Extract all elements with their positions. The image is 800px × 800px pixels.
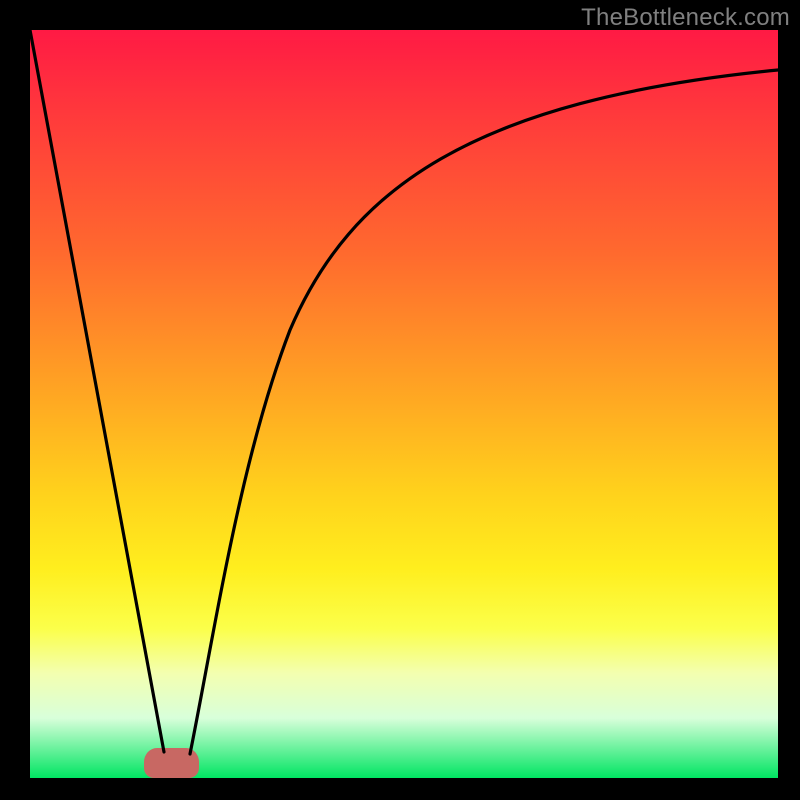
watermark-text: TheBottleneck.com xyxy=(581,4,790,32)
right-ascent-curve xyxy=(190,70,778,754)
curve-overlay xyxy=(30,30,778,778)
left-descent-line xyxy=(30,30,164,752)
